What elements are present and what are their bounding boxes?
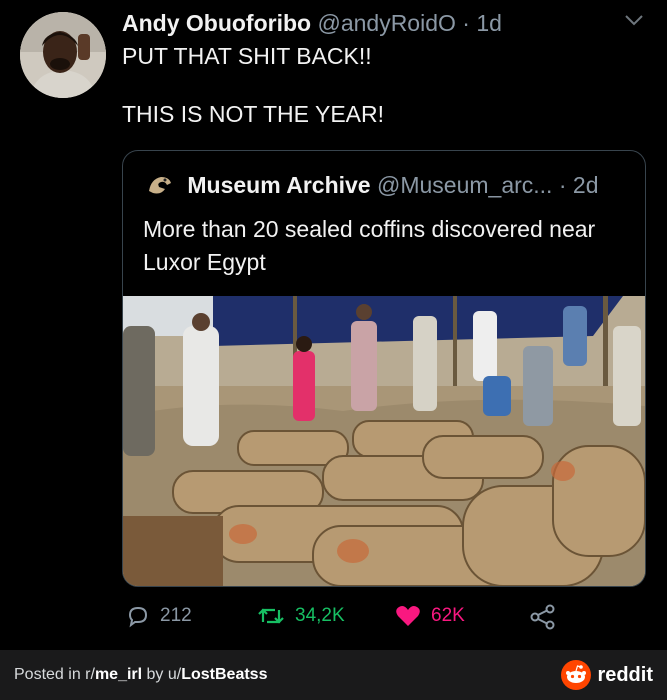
reply-count: 212 bbox=[160, 605, 192, 626]
tweet-line: PUT THAT SHIT BACK!! bbox=[122, 43, 372, 69]
posted-in-prefix: Posted in r/ bbox=[14, 666, 95, 683]
quoted-text: More than 20 sealed coffins discovered n… bbox=[143, 216, 596, 275]
avatar-image bbox=[20, 12, 106, 98]
subreddit-link[interactable]: me_irl bbox=[95, 666, 142, 683]
quoted-time-separator: · bbox=[558, 172, 567, 198]
share-icon bbox=[530, 604, 555, 630]
like-action[interactable]: 62K bbox=[395, 604, 465, 628]
quoted-header: Museum Archive @Museum_arc... · 2d bbox=[145, 169, 599, 199]
reddit-footer: Posted in r/me_irl by u/LostBeatss reddi… bbox=[0, 650, 667, 700]
retweet-icon bbox=[258, 608, 284, 624]
reddit-wordmark: reddit bbox=[597, 663, 653, 686]
like-count: 62K bbox=[431, 605, 465, 626]
quoted-author-name[interactable]: Museum Archive bbox=[187, 172, 370, 198]
user-link[interactable]: LostBeatss bbox=[181, 666, 267, 683]
reply-action[interactable]: 212 bbox=[126, 604, 192, 628]
reply-icon bbox=[128, 606, 148, 628]
museum-archive-avatar-icon[interactable] bbox=[145, 169, 175, 199]
tweet-line: THIS IS NOT THE YEAR! bbox=[122, 101, 385, 127]
author-avatar[interactable] bbox=[20, 12, 106, 98]
time-separator: · bbox=[462, 10, 470, 36]
author-handle[interactable]: @andyRoidO bbox=[317, 10, 455, 36]
quoted-tweet[interactable]: Museum Archive @Museum_arc... · 2d More … bbox=[122, 150, 646, 587]
reddit-alien-icon bbox=[561, 660, 592, 690]
coffins-photo[interactable] bbox=[123, 296, 645, 586]
retweet-count: 34,2K bbox=[295, 605, 345, 626]
heart-icon bbox=[396, 606, 420, 626]
author-name[interactable]: Andy Obuoforibo bbox=[122, 10, 311, 36]
quoted-handle[interactable]: @Museum_arc... bbox=[377, 172, 552, 198]
posted-by-label: by u/ bbox=[142, 666, 182, 683]
tweet-header: Andy Obuoforibo @andyRoidO · 1d bbox=[122, 10, 502, 37]
retweet-action[interactable]: 34,2K bbox=[257, 604, 345, 628]
tweet-time[interactable]: 1d bbox=[476, 10, 502, 36]
chevron-down-icon[interactable] bbox=[622, 10, 646, 30]
posted-in-text: Posted in r/me_irl by u/LostBeatss bbox=[14, 666, 267, 684]
tweet-actions: 212 34,2K 62K bbox=[122, 604, 662, 634]
tweet-text: PUT THAT SHIT BACK!! THIS IS NOT THE YEA… bbox=[122, 42, 384, 158]
reddit-logo[interactable]: reddit bbox=[561, 660, 653, 690]
quoted-time[interactable]: 2d bbox=[573, 172, 599, 198]
share-action[interactable] bbox=[530, 604, 556, 630]
